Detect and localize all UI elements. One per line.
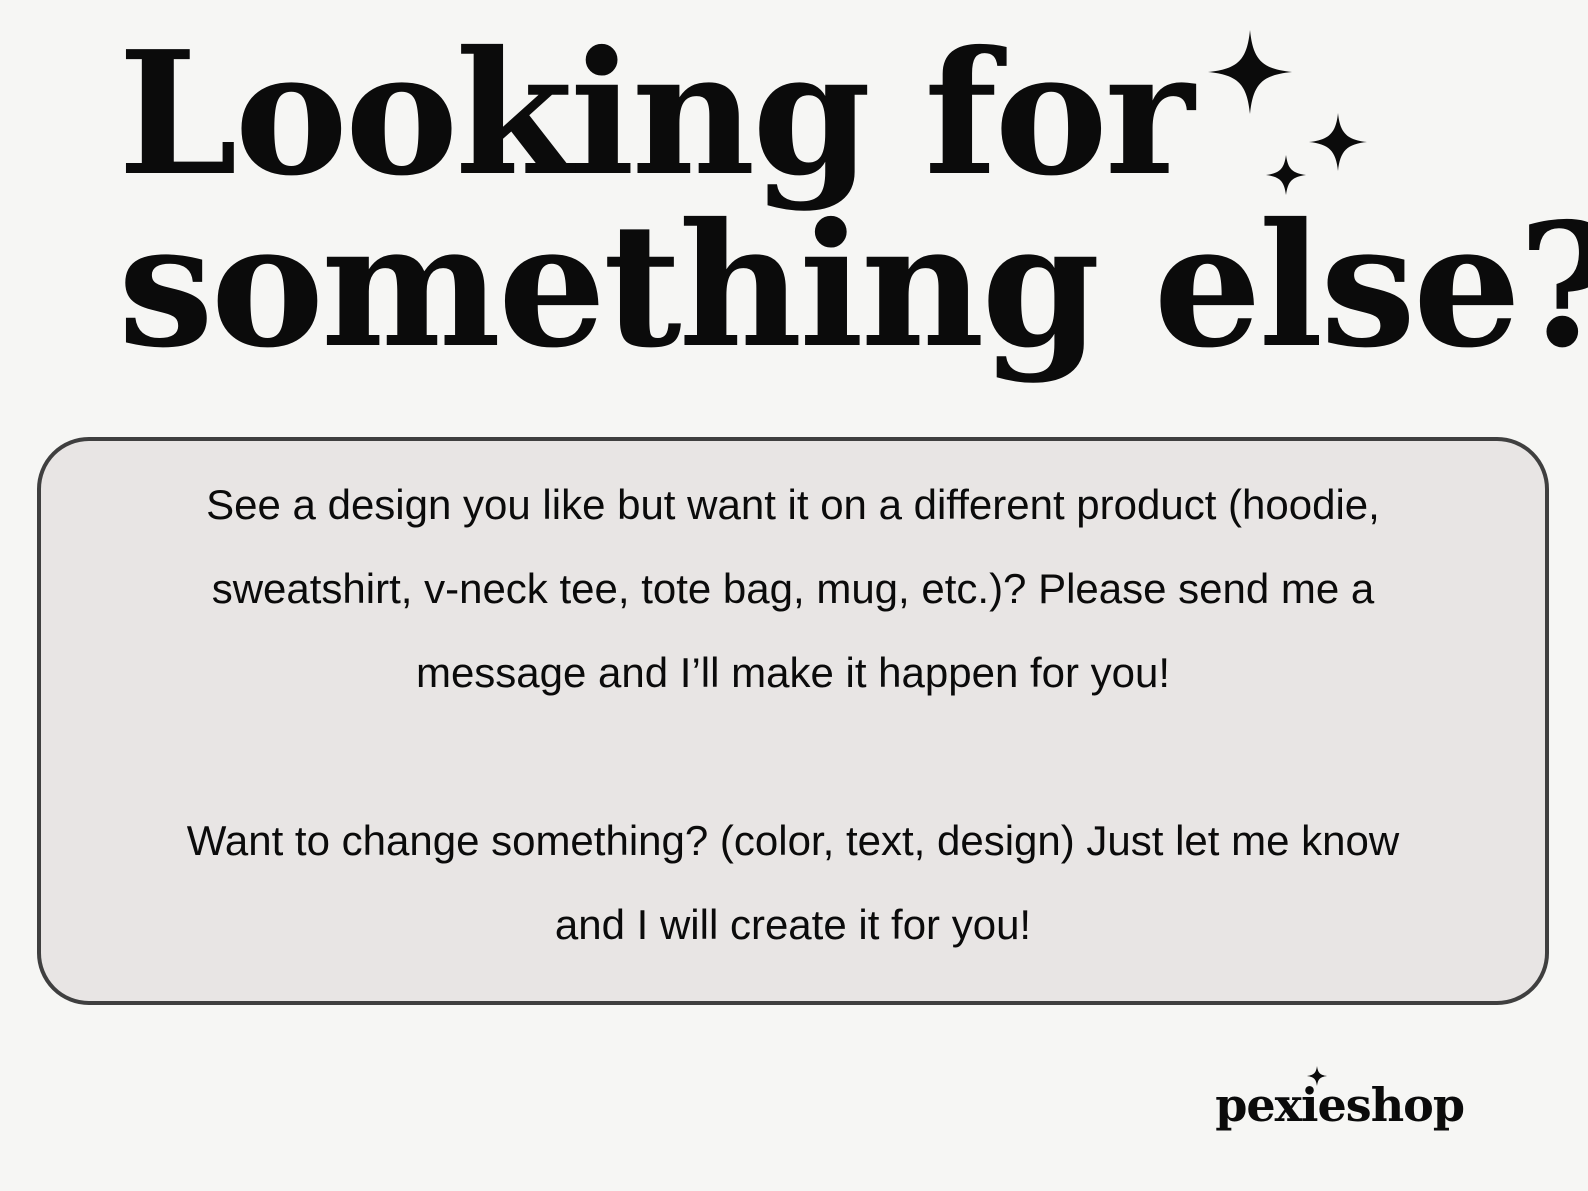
custom-product-paragraph: See a design you like but want it on a d… — [206, 481, 1380, 696]
headline-line-2: something else? — [118, 186, 1588, 386]
sparkle-icon — [1266, 155, 1306, 195]
sparkle-icon — [1309, 113, 1367, 171]
brand-logo: pexieshop — [1215, 1078, 1465, 1132]
sparkle-icon — [1208, 30, 1292, 114]
info-card: See a design you like but want it on a d… — [37, 437, 1549, 1005]
customize-design-paragraph: Want to change something? (color, text, … — [186, 817, 1400, 948]
sparkle-icon — [1307, 1066, 1327, 1086]
sparkles-decoration — [1208, 30, 1367, 195]
